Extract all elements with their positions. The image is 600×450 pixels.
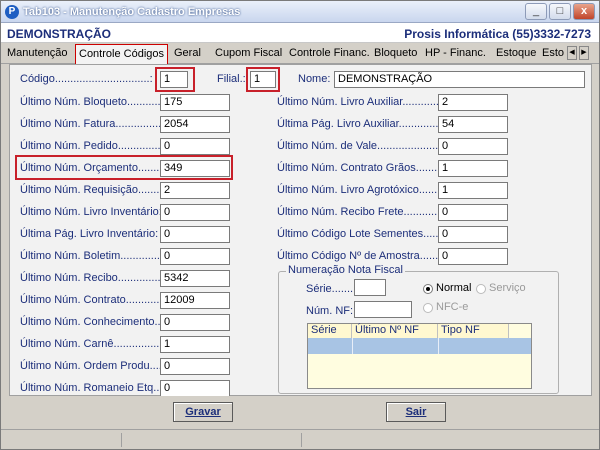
num-nf-input[interactable] bbox=[354, 301, 412, 318]
radio-nfce[interactable] bbox=[423, 303, 433, 313]
serie-input[interactable] bbox=[354, 279, 386, 296]
left-field-label: Último Núm. Romaneio Etq...: bbox=[20, 382, 166, 394]
maximize-button[interactable]: □ bbox=[549, 3, 571, 20]
tab-manutencao[interactable]: Manutenção bbox=[7, 46, 68, 63]
company-name: DEMONSTRAÇÃO bbox=[7, 27, 111, 41]
close-button[interactable]: x bbox=[573, 3, 595, 20]
nome-input[interactable]: DEMONSTRAÇÃO bbox=[334, 71, 585, 88]
num-nf-label: Núm. NF: bbox=[306, 305, 354, 317]
livro-auxiliar-input[interactable]: 2 bbox=[438, 94, 508, 111]
grid-header-serie[interactable]: Série bbox=[308, 324, 352, 338]
grid-selected-row[interactable] bbox=[308, 338, 531, 354]
left-field-label: Última Pág. Livro Inventário: bbox=[20, 228, 159, 240]
tab-hp-financ[interactable]: HP - Financ. bbox=[425, 46, 486, 63]
right-field-label: Último Núm. Livro Agrotóxico..........: bbox=[277, 184, 453, 196]
recibo-input[interactable]: 5342 bbox=[160, 270, 230, 287]
livro-inventario-input[interactable]: 0 bbox=[160, 204, 230, 221]
filial-label: Filial.: bbox=[217, 73, 246, 85]
livro-agrotoxico-input[interactable]: 1 bbox=[438, 182, 508, 199]
codigo-label: Código...............................: bbox=[20, 73, 153, 85]
serie-label: Série........: bbox=[306, 283, 360, 295]
radio-normal[interactable] bbox=[423, 284, 433, 294]
footer-bar: Gravar Sair bbox=[1, 396, 599, 429]
status-divider bbox=[121, 433, 122, 447]
filial-highlight bbox=[246, 67, 280, 92]
left-field-label: Último Núm. Recibo.................: bbox=[20, 272, 173, 284]
right-field-label: Último Código Nº de Amostra.......: bbox=[277, 250, 445, 262]
tab-cupom-fiscal[interactable]: Cupom Fiscal bbox=[215, 46, 282, 63]
contrato-input[interactable]: 12009 bbox=[160, 292, 230, 309]
fatura-input[interactable]: 2054 bbox=[160, 116, 230, 133]
pag-livro-inventario-input[interactable]: 0 bbox=[160, 226, 230, 243]
romaneio-etq-input[interactable]: 0 bbox=[160, 380, 230, 397]
window-title: Tab103 - Manutenção Cadastro Empresas bbox=[23, 6, 241, 18]
boletim-input[interactable]: 0 bbox=[160, 248, 230, 265]
tab-geral[interactable]: Geral bbox=[174, 46, 201, 63]
right-field-label: Último Núm. Livro Auxiliar..............… bbox=[277, 96, 455, 108]
pedido-input[interactable]: 0 bbox=[160, 138, 230, 155]
tab-bloqueto[interactable]: Bloqueto bbox=[374, 46, 417, 63]
title-bar: P Tab103 - Manutenção Cadastro Empresas … bbox=[1, 1, 599, 23]
left-field-label: Último Núm. Contrato..............: bbox=[20, 294, 172, 306]
left-field-label: Último Núm. Fatura..................: bbox=[20, 118, 174, 130]
bloqueto-input[interactable]: 175 bbox=[160, 94, 230, 111]
ordem-producao-input[interactable]: 0 bbox=[160, 358, 230, 375]
content-panel: Código...............................: 1… bbox=[9, 64, 592, 397]
right-field-label: Último Núm. Contrato Grãos...........: bbox=[277, 162, 453, 174]
vale-input[interactable]: 0 bbox=[438, 138, 508, 155]
tab-controle-codigos[interactable]: Controle Códigos bbox=[75, 44, 168, 64]
pag-livro-auxiliar-input[interactable]: 54 bbox=[438, 116, 508, 133]
carne-input[interactable]: 1 bbox=[160, 336, 230, 353]
nota-fiscal-title: Numeração Nota Fiscal bbox=[286, 264, 405, 276]
left-field-label: Último Núm. Requisição.......: bbox=[20, 184, 163, 196]
amostra-input[interactable]: 0 bbox=[438, 248, 508, 265]
grid-header-tipo-nf[interactable]: Tipo NF bbox=[438, 324, 509, 338]
requisicao-input[interactable]: 2 bbox=[160, 182, 230, 199]
left-field-label: Último Núm. Bloqueto.............: bbox=[20, 96, 170, 108]
left-field-label: Último Núm. Ordem Produ......: bbox=[20, 360, 171, 372]
vendor-info: Prosis Informática (55)3332-7273 bbox=[404, 27, 591, 41]
right-field-label: Último Código Lote Sementes.......: bbox=[277, 228, 448, 240]
header-bar: DEMONSTRAÇÃO Prosis Informática (55)3332… bbox=[1, 23, 599, 43]
left-field-label: Último Núm. Carnê....................: bbox=[20, 338, 178, 350]
radio-normal-label: Normal bbox=[436, 282, 472, 294]
status-divider bbox=[301, 433, 302, 447]
tab-bar: Manutenção Controle Códigos Geral Cupom … bbox=[1, 43, 599, 64]
app-icon: P bbox=[5, 5, 19, 19]
minimize-button[interactable]: _ bbox=[525, 3, 547, 20]
tab-estoque[interactable]: Estoque bbox=[496, 46, 536, 63]
left-field-label: Último Núm. Livro Inventário: bbox=[20, 206, 162, 218]
nome-label: Nome: bbox=[298, 73, 331, 85]
tab-scroll-right-icon[interactable]: ▶ bbox=[579, 46, 589, 60]
gravar-button[interactable]: Gravar bbox=[173, 402, 233, 422]
grid-header-ultimo-nf[interactable]: Último Nº NF bbox=[352, 324, 438, 338]
conhecimento-input[interactable]: 0 bbox=[160, 314, 230, 331]
right-field-label: Último Núm. de Vale.....................… bbox=[277, 140, 457, 152]
lote-sementes-input[interactable]: 0 bbox=[438, 226, 508, 243]
sair-button[interactable]: Sair bbox=[386, 402, 446, 422]
left-field-label: Último Núm. Boletim................: bbox=[20, 250, 173, 262]
status-bar bbox=[1, 429, 599, 449]
grid-cell-separator bbox=[352, 338, 353, 354]
right-field-label: Última Pág. Livro Auxiliar..............… bbox=[277, 118, 448, 130]
tab-scroll-left-icon[interactable]: ◀ bbox=[567, 46, 577, 60]
left-field-label: Último Núm. Conhecimento....: bbox=[20, 316, 170, 328]
tab-controle-financ[interactable]: Controle Financ. bbox=[289, 46, 370, 63]
right-field-label: Último Núm. Recibo Frete................… bbox=[277, 206, 456, 218]
left-field-label: Último Núm. Pedido..................: bbox=[20, 140, 176, 152]
radio-servico[interactable] bbox=[476, 284, 486, 294]
tab-estoq[interactable]: Estoq bbox=[542, 46, 564, 63]
grid-cell-separator bbox=[438, 338, 439, 354]
orcamento-highlight bbox=[15, 155, 233, 180]
contrato-graos-input[interactable]: 1 bbox=[438, 160, 508, 177]
nota-fiscal-grid[interactable]: Série Último Nº NF Tipo NF bbox=[307, 323, 532, 389]
radio-servico-label: Serviço bbox=[489, 282, 526, 294]
codigo-highlight bbox=[155, 67, 195, 92]
radio-nfce-label: NFC-e bbox=[436, 301, 469, 313]
main-window: P Tab103 - Manutenção Cadastro Empresas … bbox=[0, 0, 600, 450]
recibo-frete-input[interactable]: 0 bbox=[438, 204, 508, 221]
